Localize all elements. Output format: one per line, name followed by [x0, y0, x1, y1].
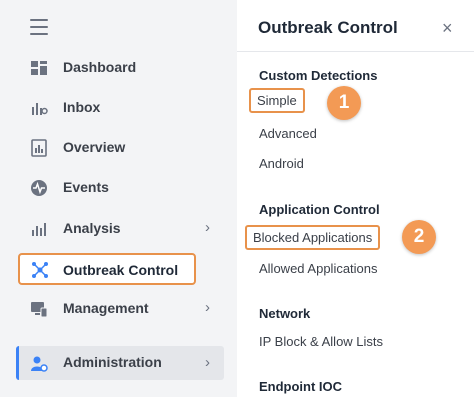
section-heading-custom-detections: Custom Detections — [259, 68, 378, 83]
sidebar-item-label: Administration — [63, 354, 162, 370]
sidebar-item-label: Analysis — [63, 220, 121, 236]
chevron-right-icon: › — [205, 219, 210, 236]
sidebar-item-administration[interactable]: Administration › — [16, 346, 224, 380]
chevron-right-icon: › — [205, 299, 210, 316]
inbox-icon — [32, 103, 48, 115]
hamburger-menu-icon[interactable] — [30, 19, 48, 35]
link-advanced[interactable]: Advanced — [259, 126, 317, 141]
sidebar-item-label: Dashboard — [63, 59, 137, 75]
section-heading-endpoint-ioc: Endpoint IOC — [259, 379, 343, 394]
panel-title: Outbreak Control — [258, 18, 398, 37]
administration-icon — [31, 356, 48, 372]
sidebar-item-outbreak-control[interactable]: Outbreak Control — [18, 253, 196, 285]
link-ip-block-allow-lists[interactable]: IP Block & Allow Lists — [259, 334, 383, 349]
dashboard-icon — [31, 61, 47, 75]
analysis-icon — [32, 223, 46, 236]
link-simple[interactable]: Simple — [249, 88, 305, 113]
events-icon — [31, 180, 47, 196]
sidebar-item-events[interactable]: Events — [16, 170, 224, 206]
sidebar-item-dashboard[interactable]: Dashboard — [16, 50, 224, 86]
callout-badge-1: 1 — [327, 86, 361, 120]
chevron-right-icon: › — [205, 354, 210, 371]
sidebar-item-label: Events — [63, 179, 109, 195]
sidebar-item-label: Overview — [63, 139, 126, 155]
sidebar-item-management[interactable]: Management › — [16, 291, 224, 327]
section-heading-network: Network — [259, 306, 311, 321]
sidebar-item-label: Inbox — [63, 99, 101, 115]
sidebar: Dashboard Inbox Overview Events Analysis… — [0, 0, 237, 397]
callout-badge-2: 2 — [402, 220, 436, 254]
link-android[interactable]: Android — [259, 156, 304, 171]
sidebar-item-overview[interactable]: Overview — [16, 130, 224, 166]
management-icon — [31, 302, 48, 318]
panel-header: Outbreak Control × — [237, 0, 474, 52]
sidebar-item-inbox[interactable]: Inbox — [16, 90, 224, 126]
link-allowed-applications[interactable]: Allowed Applications — [259, 261, 378, 276]
sidebar-item-label: Outbreak Control — [63, 262, 179, 278]
sidebar-item-analysis[interactable]: Analysis › — [16, 211, 224, 247]
outbreak-control-icon — [32, 262, 48, 278]
close-icon[interactable]: × — [442, 19, 453, 37]
link-blocked-applications[interactable]: Blocked Applications — [245, 225, 381, 250]
section-heading-application-control: Application Control — [259, 202, 380, 217]
sidebar-item-label: Management — [63, 300, 149, 316]
overview-icon — [31, 139, 47, 157]
outbreak-control-panel: Outbreak Control × Custom Detections Sim… — [237, 0, 474, 397]
